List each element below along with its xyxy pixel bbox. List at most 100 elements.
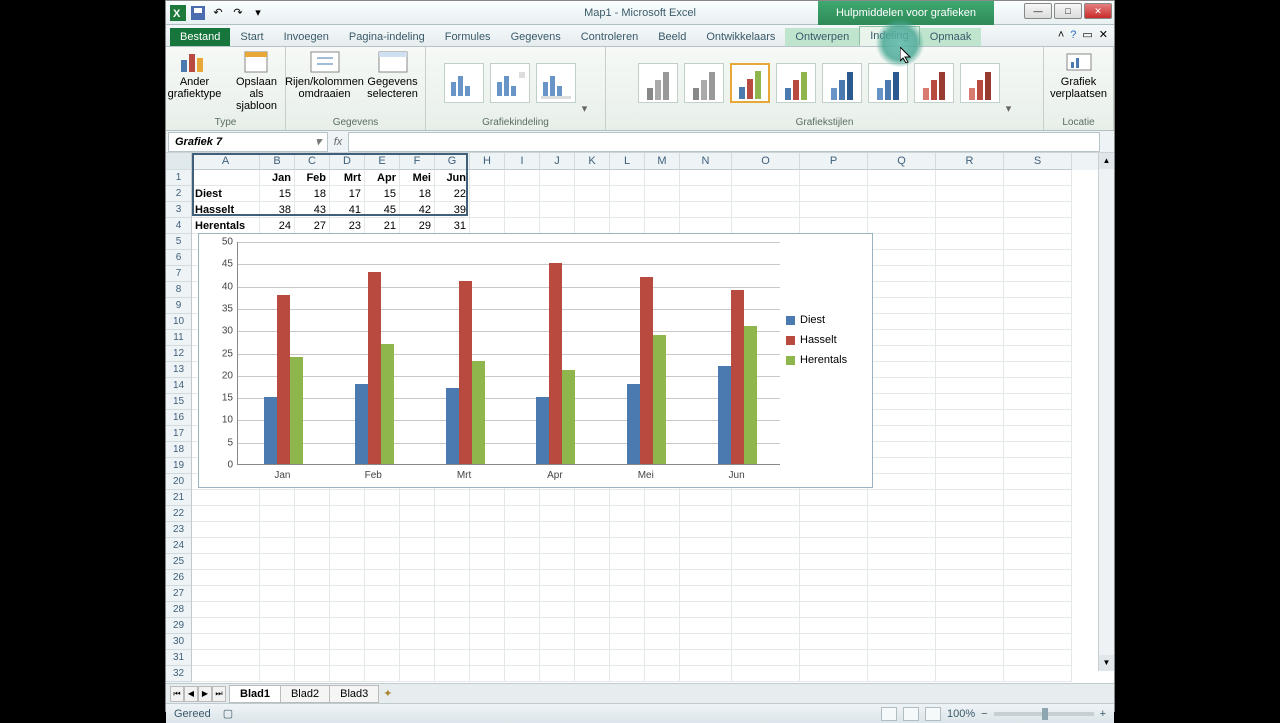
cell[interactable] xyxy=(540,554,575,570)
cell[interactable] xyxy=(400,634,435,650)
cell[interactable] xyxy=(868,442,936,458)
cell[interactable] xyxy=(1004,378,1072,394)
cell[interactable] xyxy=(192,506,260,522)
cell[interactable] xyxy=(1004,170,1072,186)
cell[interactable] xyxy=(610,202,645,218)
cell[interactable] xyxy=(868,522,936,538)
cell[interactable] xyxy=(936,170,1004,186)
cell[interactable] xyxy=(260,666,295,682)
tab-nav-first[interactable]: ⏮ xyxy=(170,686,184,702)
cell[interactable] xyxy=(505,218,540,234)
cell[interactable] xyxy=(680,522,732,538)
cell[interactable] xyxy=(575,202,610,218)
select-all-corner[interactable] xyxy=(166,153,192,170)
cell[interactable] xyxy=(868,410,936,426)
cell[interactable] xyxy=(540,218,575,234)
sheet-tab[interactable]: Blad3 xyxy=(329,685,379,703)
row-header[interactable]: 15 xyxy=(166,394,192,410)
cell[interactable] xyxy=(732,586,800,602)
cell[interactable] xyxy=(400,650,435,666)
cell[interactable] xyxy=(936,314,1004,330)
close-button[interactable]: ✕ xyxy=(1084,3,1112,19)
cell[interactable] xyxy=(936,554,1004,570)
cell[interactable] xyxy=(936,538,1004,554)
cell[interactable] xyxy=(470,618,505,634)
cell[interactable] xyxy=(610,538,645,554)
cell[interactable] xyxy=(435,522,470,538)
cell[interactable] xyxy=(732,538,800,554)
cell[interactable] xyxy=(868,266,936,282)
cell[interactable] xyxy=(936,602,1004,618)
bar-Herentals-Mei[interactable] xyxy=(653,335,666,464)
tab-formules[interactable]: Formules xyxy=(435,28,501,46)
maximize-button[interactable]: □ xyxy=(1054,3,1082,19)
cell[interactable] xyxy=(260,570,295,586)
cell[interactable] xyxy=(540,650,575,666)
new-sheet-icon[interactable]: ✦ xyxy=(383,687,392,700)
window-close-icon[interactable]: ✕ xyxy=(1099,28,1108,41)
cell[interactable] xyxy=(1004,314,1072,330)
cell[interactable] xyxy=(365,666,400,682)
cell[interactable] xyxy=(575,554,610,570)
cell[interactable] xyxy=(800,554,868,570)
zoom-slider[interactable] xyxy=(994,712,1094,716)
cell[interactable] xyxy=(330,554,365,570)
cell[interactable] xyxy=(330,586,365,602)
cell[interactable] xyxy=(505,570,540,586)
cell[interactable] xyxy=(868,186,936,202)
cell[interactable]: Hasselt xyxy=(192,202,260,218)
cell[interactable] xyxy=(295,650,330,666)
cell[interactable] xyxy=(435,666,470,682)
cell[interactable] xyxy=(575,186,610,202)
cell[interactable] xyxy=(610,570,645,586)
cell[interactable]: 17 xyxy=(330,186,365,202)
col-header[interactable]: Q xyxy=(868,153,936,170)
cell[interactable] xyxy=(470,202,505,218)
col-header[interactable]: F xyxy=(400,153,435,170)
cell[interactable]: 15 xyxy=(260,186,295,202)
cell[interactable] xyxy=(645,666,680,682)
row-header[interactable]: 27 xyxy=(166,586,192,602)
cell[interactable] xyxy=(732,170,800,186)
tab-gegevens[interactable]: Gegevens xyxy=(501,28,571,46)
cell[interactable]: 38 xyxy=(260,202,295,218)
chart-style-5[interactable] xyxy=(822,63,862,103)
cell[interactable] xyxy=(1004,202,1072,218)
cell[interactable] xyxy=(540,506,575,522)
tab-nav-last[interactable]: ⏭ xyxy=(212,686,226,702)
cell[interactable] xyxy=(936,506,1004,522)
cell[interactable] xyxy=(400,570,435,586)
cell[interactable] xyxy=(400,666,435,682)
cell[interactable] xyxy=(330,666,365,682)
cell[interactable] xyxy=(575,490,610,506)
legend-item[interactable]: Herentals xyxy=(786,354,866,366)
cell[interactable]: 31 xyxy=(435,218,470,234)
cell[interactable] xyxy=(470,506,505,522)
cell[interactable]: 22 xyxy=(435,186,470,202)
cell[interactable] xyxy=(540,618,575,634)
cell[interactable] xyxy=(680,186,732,202)
cell[interactable] xyxy=(868,330,936,346)
cell[interactable] xyxy=(936,426,1004,442)
cell[interactable] xyxy=(505,634,540,650)
cell[interactable] xyxy=(260,602,295,618)
cell[interactable] xyxy=(505,554,540,570)
cell[interactable] xyxy=(365,634,400,650)
cell[interactable] xyxy=(610,186,645,202)
cell[interactable] xyxy=(295,522,330,538)
bar-Herentals-Apr[interactable] xyxy=(562,370,575,464)
cell[interactable] xyxy=(936,394,1004,410)
cell[interactable] xyxy=(192,570,260,586)
cell[interactable] xyxy=(575,538,610,554)
cell[interactable] xyxy=(800,170,868,186)
cell[interactable] xyxy=(575,602,610,618)
cell[interactable] xyxy=(540,186,575,202)
cell[interactable] xyxy=(330,570,365,586)
cell[interactable] xyxy=(1004,442,1072,458)
chart-style-2[interactable] xyxy=(684,63,724,103)
cell[interactable] xyxy=(680,506,732,522)
cell[interactable] xyxy=(1004,618,1072,634)
cell[interactable] xyxy=(365,586,400,602)
cell[interactable] xyxy=(505,490,540,506)
cell[interactable] xyxy=(400,522,435,538)
